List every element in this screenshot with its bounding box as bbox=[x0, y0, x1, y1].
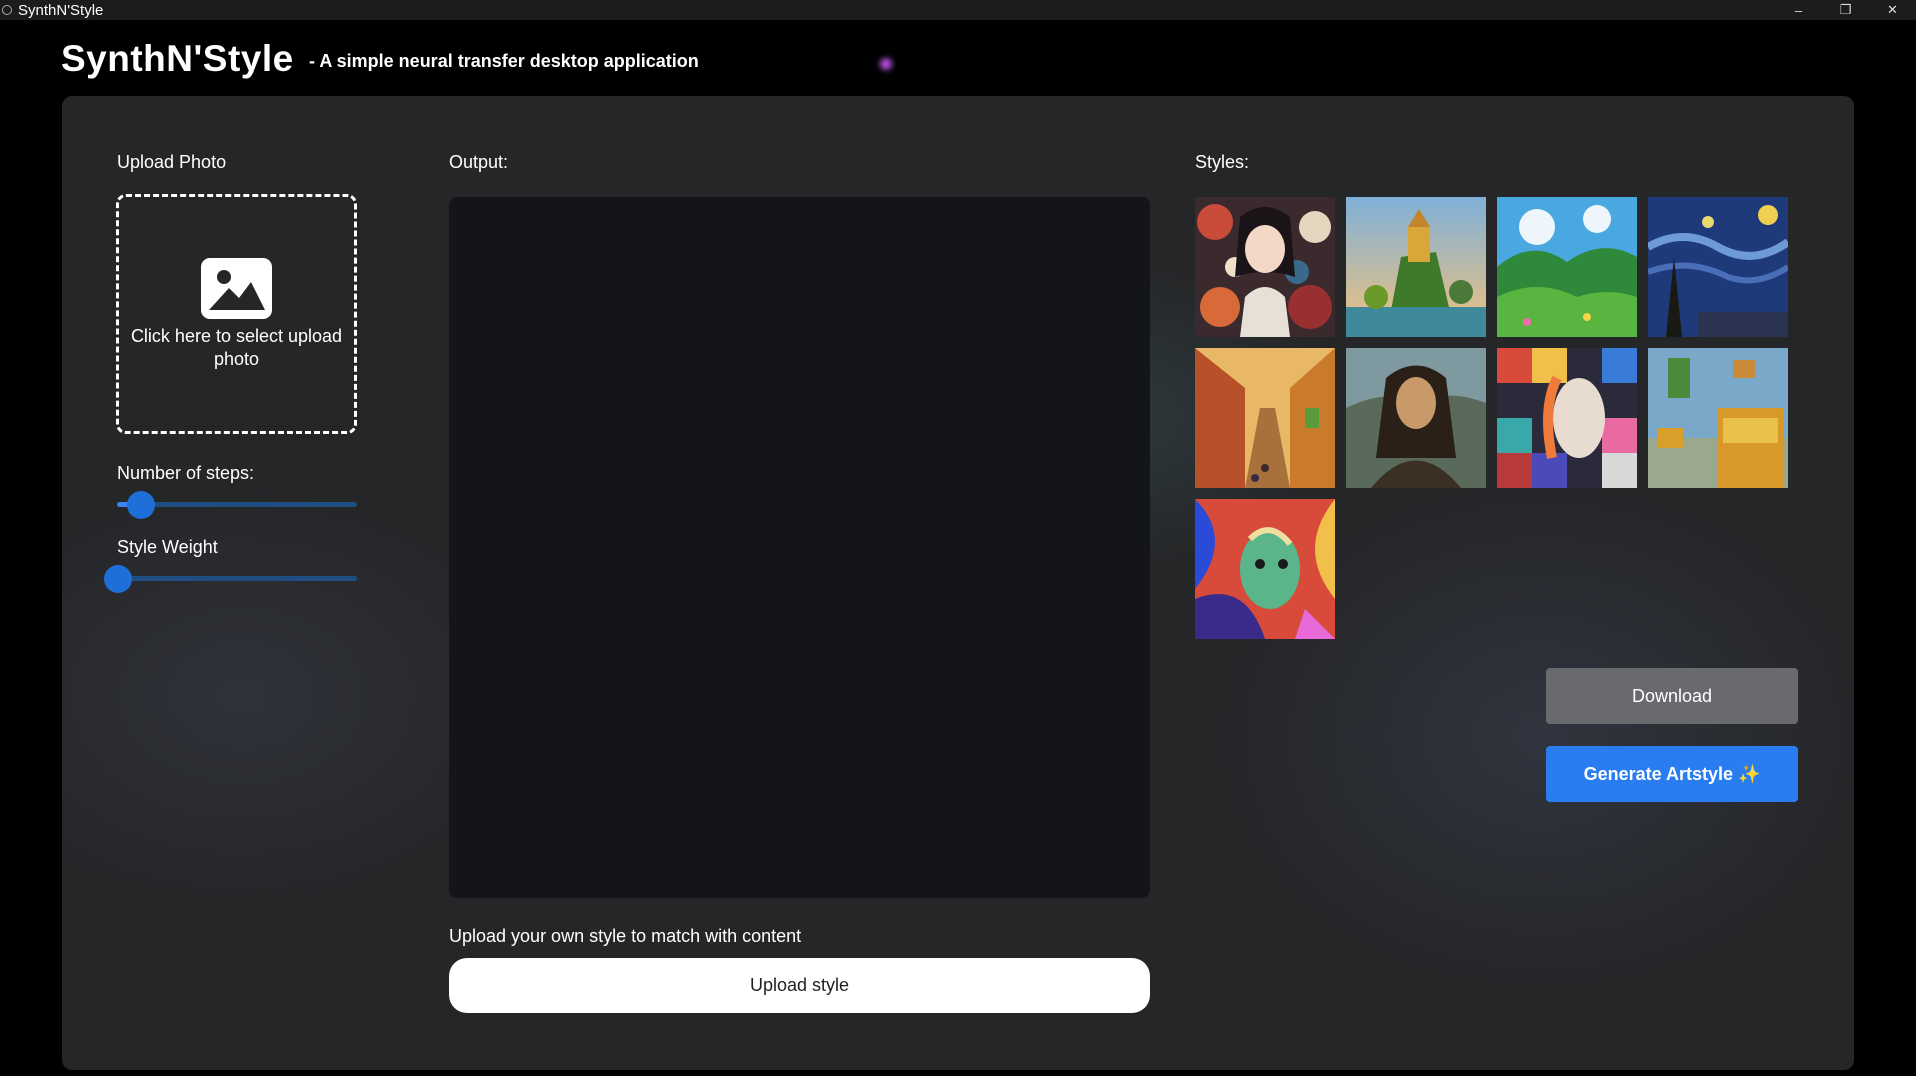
download-button[interactable]: Download bbox=[1546, 668, 1798, 724]
style-weight-slider-thumb[interactable] bbox=[104, 565, 132, 593]
steps-slider-thumb[interactable] bbox=[127, 491, 155, 519]
fantasy-castle-landscape-style-icon bbox=[1346, 197, 1486, 337]
style-thumbnail-anime-girl[interactable] bbox=[1195, 197, 1335, 337]
window-title: SynthN'Style bbox=[18, 1, 104, 19]
app-tagline: - A simple neural transfer desktop appli… bbox=[309, 51, 699, 71]
output-preview bbox=[449, 197, 1150, 898]
steps-label: Number of steps: bbox=[117, 463, 255, 483]
glow-decoration bbox=[880, 58, 892, 70]
upload-photo-label: Upload Photo bbox=[117, 152, 227, 172]
main-panel: Upload Photo Click here to select upload… bbox=[62, 96, 1854, 1070]
style-thumbnail-starry-night[interactable] bbox=[1648, 197, 1788, 337]
window-controls: – ❐ ✕ bbox=[1775, 0, 1916, 20]
close-button[interactable]: ✕ bbox=[1869, 0, 1916, 20]
abstract-face-style-icon bbox=[1195, 499, 1335, 639]
style-thumbnail-fantasy-castle[interactable] bbox=[1346, 197, 1486, 337]
street-painting-style-icon bbox=[1195, 348, 1335, 488]
style-thumbnail-green-hills[interactable] bbox=[1497, 197, 1637, 337]
upload-photo-prompt: Click here to select upload photo bbox=[130, 325, 343, 369]
app-icon bbox=[2, 5, 12, 15]
restore-button[interactable]: ❐ bbox=[1822, 0, 1869, 20]
upload-own-style-label: Upload your own style to match with cont… bbox=[449, 926, 802, 946]
style-thumbnail-mona-lisa[interactable] bbox=[1346, 348, 1486, 488]
cubist-portrait-style-icon bbox=[1497, 348, 1637, 488]
van-gogh-bedroom-style-icon bbox=[1648, 348, 1788, 488]
style-thumbnail-abstract-face[interactable] bbox=[1195, 499, 1335, 639]
window-titlebar: SynthN'Style – ❐ ✕ bbox=[0, 0, 1916, 20]
style-thumbnail-van-gogh-bedroom[interactable] bbox=[1648, 348, 1788, 488]
output-label: Output: bbox=[449, 152, 509, 172]
starry-night-style-icon bbox=[1648, 197, 1788, 337]
style-thumbnail-cubist-portrait[interactable] bbox=[1497, 348, 1637, 488]
anime-girl-floral-style-icon bbox=[1195, 197, 1335, 337]
styles-label: Styles: bbox=[1195, 152, 1250, 172]
style-thumbnail-street-painting[interactable] bbox=[1195, 348, 1335, 488]
style-weight-slider-track[interactable] bbox=[117, 576, 357, 581]
generate-artstyle-button[interactable]: Generate Artstyle ✨ bbox=[1546, 746, 1798, 802]
upload-style-button[interactable]: Upload style bbox=[449, 958, 1150, 1013]
image-icon bbox=[201, 257, 272, 319]
upload-photo-dropzone[interactable]: Click here to select upload photo bbox=[116, 194, 357, 434]
green-hills-landscape-style-icon bbox=[1497, 197, 1637, 337]
app-brand: SynthN'Style bbox=[61, 38, 294, 79]
style-weight-label: Style Weight bbox=[117, 537, 218, 557]
mona-lisa-style-icon bbox=[1346, 348, 1486, 488]
minimize-button[interactable]: – bbox=[1775, 0, 1822, 20]
